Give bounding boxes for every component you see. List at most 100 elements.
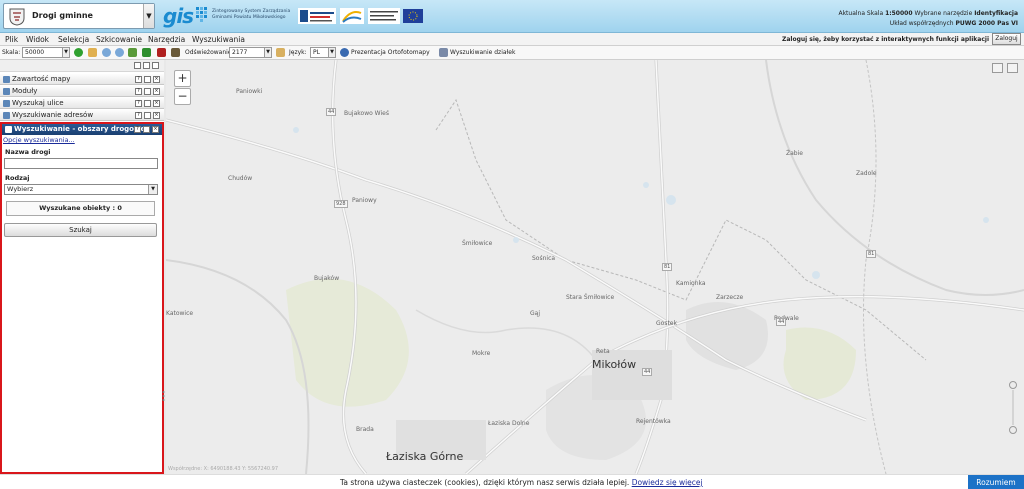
- zoom-in-button[interactable]: +: [174, 70, 191, 87]
- help-icon[interactable]: ?: [135, 112, 142, 119]
- search-button[interactable]: Szukaj: [4, 223, 157, 237]
- language-value: PL: [313, 49, 320, 56]
- zoom-extent-icon[interactable]: [128, 48, 137, 57]
- map-label: Paniowki: [236, 88, 263, 95]
- road-number: 81: [866, 250, 877, 258]
- refresh-select[interactable]: 2177 ▼: [229, 47, 272, 58]
- gis-logo: gis: [163, 4, 194, 28]
- accordion-buttons[interactable]: ? ×: [135, 88, 161, 95]
- next-view-icon[interactable]: [142, 48, 151, 57]
- accordion-moduly[interactable]: Moduły ? ×: [0, 86, 164, 97]
- logo-subtitle: Zintegrowany System Zarządzania Gminami …: [212, 9, 291, 20]
- ortho-button[interactable]: Prezentacja Ortofotomapy: [351, 49, 430, 56]
- menu-narzedzia[interactable]: Narzędzia: [148, 35, 185, 44]
- parcel-icon[interactable]: [439, 48, 448, 57]
- menu-selekcja[interactable]: Selekcja: [58, 35, 89, 44]
- menu-szkicowanie[interactable]: Szkicowanie: [96, 35, 142, 44]
- map-label: Brada: [356, 426, 374, 433]
- road-number: 928: [334, 200, 348, 208]
- accordion-wyszukaj-ulice[interactable]: Wyszukaj ulice ? ×: [0, 98, 164, 109]
- town-label: Łaziska Górne: [386, 450, 464, 463]
- restore-icon[interactable]: [144, 112, 151, 119]
- login-button[interactable]: Zaloguj: [992, 33, 1021, 45]
- map-label: Paniowy: [352, 197, 377, 204]
- language-select[interactable]: PL ▼: [310, 47, 336, 58]
- layers-icon[interactable]: [171, 48, 180, 57]
- cookie-accept-button[interactable]: Rozumiem: [968, 475, 1024, 489]
- zoom-in-icon[interactable]: [102, 48, 111, 57]
- left-panel: Zawartość mapy ? × Moduły ? × Wyszukaj u…: [0, 60, 165, 474]
- restore-icon[interactable]: [144, 88, 151, 95]
- map-content-icon: [3, 76, 10, 83]
- comment-icon[interactable]: [992, 63, 1003, 73]
- map-label: Żabie: [786, 150, 803, 157]
- town-label: Mikołów: [592, 358, 637, 371]
- type-select[interactable]: Wybierz ▼: [4, 184, 158, 195]
- measure-icon[interactable]: [1007, 63, 1018, 73]
- restore-icon[interactable]: [144, 76, 151, 83]
- map-label: Chudów: [228, 175, 253, 182]
- map-label: Zadole: [856, 170, 877, 177]
- close-icon[interactable]: ×: [153, 100, 160, 107]
- panel-restore-icon[interactable]: [143, 62, 150, 69]
- app-title: Drogi gminne: [32, 11, 93, 20]
- close-icon[interactable]: ×: [152, 126, 159, 133]
- map-label: Gostek: [656, 320, 677, 327]
- type-select-value: Wybierz: [7, 185, 34, 193]
- menu-wyszukiwania[interactable]: Wyszukiwania: [192, 35, 245, 44]
- language-label: Język:: [289, 49, 307, 56]
- close-icon[interactable]: ×: [153, 76, 160, 83]
- chevron-down-icon: ▼: [264, 48, 271, 57]
- restore-icon[interactable]: [143, 126, 150, 133]
- chevron-down-icon[interactable]: ▼: [143, 4, 154, 28]
- type-label: Rodzaj: [5, 174, 30, 182]
- globe-icon[interactable]: [340, 48, 349, 57]
- close-icon[interactable]: ×: [153, 112, 160, 119]
- help-icon[interactable]: ?: [135, 100, 142, 107]
- accordion-label: Wyszukiwanie adresów: [12, 111, 94, 119]
- calculator-icon[interactable]: [276, 48, 285, 57]
- road-name-input[interactable]: [4, 158, 158, 169]
- scale-select[interactable]: 50000 ▼: [22, 47, 70, 58]
- coordinates-readout: Współrzędne: X: 6490188.43 Y: 5567240.97: [168, 466, 279, 472]
- parcel-search-button[interactable]: Wyszukiwanie działek: [450, 49, 515, 56]
- map-label: Katowice: [166, 310, 194, 317]
- map-scroll-widget[interactable]: [1008, 380, 1018, 440]
- panel-minimize-icon[interactable]: [134, 62, 141, 69]
- accordion-wyszukiwanie-adresow[interactable]: Wyszukiwanie adresów ? ×: [0, 110, 164, 121]
- zoom-out-icon[interactable]: [115, 48, 124, 57]
- road-search-header[interactable]: Wyszukiwanie - obszary drogowe ? ×: [2, 124, 162, 135]
- search-panel-icon: [5, 126, 12, 133]
- accordion-buttons[interactable]: ? ×: [135, 100, 161, 107]
- map-view[interactable]: + − Paniowki Bujakowo Wieś Chudów Paniow…: [166, 60, 1024, 474]
- print-icon[interactable]: [157, 48, 166, 57]
- help-icon[interactable]: ?: [135, 76, 142, 83]
- panel-splitter-handle[interactable]: [162, 390, 165, 404]
- info-icon[interactable]: [74, 48, 83, 57]
- restore-icon[interactable]: [144, 100, 151, 107]
- pan-hand-icon[interactable]: [88, 48, 97, 57]
- accordion-buttons[interactable]: ? ×: [135, 76, 161, 83]
- panel-close-icon[interactable]: [152, 62, 159, 69]
- road-search-panel: Wyszukiwanie - obszary drogowe ? × Opcje…: [0, 122, 165, 474]
- app-selector[interactable]: Drogi gminne ▼: [3, 3, 155, 29]
- road-name-label: Nazwa drogi: [5, 148, 51, 156]
- menu-widok[interactable]: Widok: [26, 35, 49, 44]
- close-icon[interactable]: ×: [153, 88, 160, 95]
- address-search-icon: [3, 112, 10, 119]
- help-icon[interactable]: ?: [134, 126, 141, 133]
- chevron-down-icon: ▼: [62, 48, 69, 57]
- zoom-out-button[interactable]: −: [174, 88, 191, 105]
- menu-plik[interactable]: Plik: [5, 35, 18, 44]
- map-label: Łaziska Dolne: [488, 420, 530, 427]
- street-search-icon: [3, 100, 10, 107]
- help-icon[interactable]: ?: [135, 88, 142, 95]
- cookie-text: Ta strona używa ciasteczek (cookies), dz…: [340, 478, 630, 487]
- header-buttons[interactable]: ? ×: [134, 126, 160, 133]
- app-header: Drogi gminne ▼ gis Zintegrowany System Z…: [0, 0, 1024, 33]
- cookie-learn-more-link[interactable]: Dowiedz się więcej: [632, 478, 703, 487]
- accordion-zawartosc-mapy[interactable]: Zawartość mapy ? ×: [0, 74, 164, 85]
- search-options-link[interactable]: Opcje wyszukiwania...: [3, 136, 75, 144]
- accordion-label: Wyszukaj ulice: [12, 99, 64, 107]
- accordion-buttons[interactable]: ? ×: [135, 112, 161, 119]
